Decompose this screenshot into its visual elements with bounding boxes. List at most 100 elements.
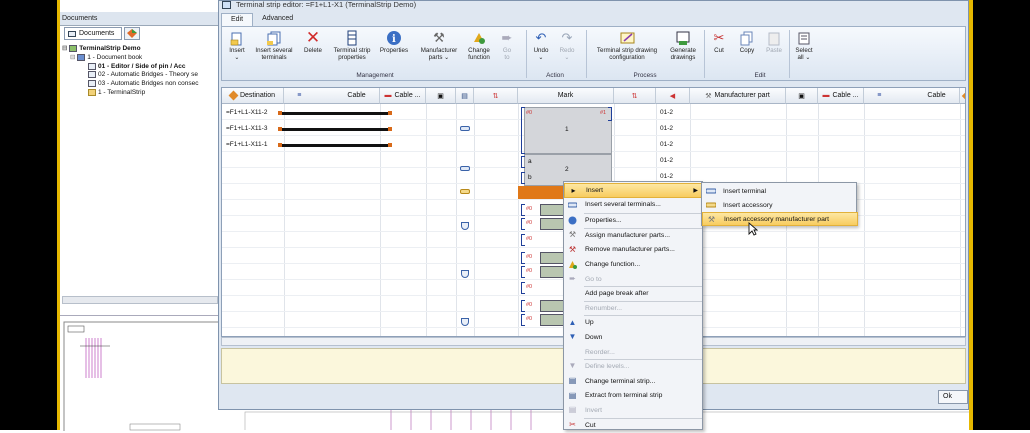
- tab-extra[interactable]: [124, 27, 140, 40]
- column-header-destination-2[interactable]: [960, 88, 965, 104]
- destination-cell: =F1+L1-X11-3: [226, 125, 268, 132]
- redo-icon: ↷: [561, 29, 573, 45]
- column-header-terminal[interactable]: ▣: [426, 88, 456, 104]
- menu-item-insert-terminal[interactable]: Insert terminal: [702, 184, 858, 198]
- menu-item-insert[interactable]: ▸ Insert ▶: [564, 183, 704, 198]
- generate-drawings-button[interactable]: Generate drawings: [665, 30, 701, 62]
- menu-item-remove-manufacturer-parts[interactable]: ⚒ Remove manufacturer parts...: [564, 243, 704, 258]
- cable-end: [278, 111, 282, 115]
- properties-icon: [568, 216, 577, 225]
- mark-bracket: [521, 218, 525, 230]
- terminal-type-icon: [460, 166, 470, 171]
- manufacturer-parts-button[interactable]: ⚒ Manufacturer parts ⌄: [417, 30, 461, 62]
- manufacturer-icon: ⚒: [705, 92, 712, 100]
- column-header-terminal-2[interactable]: ▣: [786, 88, 818, 104]
- menu-item-insert-accessory-manufacturer-part[interactable]: ⚒ Insert accessory manufacturer part: [702, 212, 858, 226]
- menu-item-insert-accessory[interactable]: Insert accessory: [702, 198, 858, 212]
- invert-icon: ▤: [568, 405, 577, 415]
- tree-item[interactable]: 1 - TerminalStrip: [62, 89, 218, 98]
- menu-item-add-page-break-after[interactable]: Add page break after: [564, 286, 704, 301]
- cable-end: [278, 127, 282, 131]
- destination-icon: [961, 91, 965, 100]
- redo-button[interactable]: ↷ Redo ⌄: [556, 30, 578, 62]
- delete-button[interactable]: ✕ Delete: [301, 29, 325, 55]
- properties-button[interactable]: i Properties: [377, 30, 411, 55]
- terminal-icon: ▣: [798, 92, 805, 100]
- documents-icon: [68, 30, 76, 37]
- menu-item-up[interactable]: ▲ Up: [564, 316, 704, 331]
- accessory-part-icon: ⚒: [707, 215, 716, 224]
- column-header-sort[interactable]: ⇅: [614, 88, 656, 104]
- drawing-config-icon: [619, 30, 635, 46]
- ok-button[interactable]: Ok: [938, 390, 968, 404]
- paste-button[interactable]: Paste: [762, 30, 786, 55]
- copy-button[interactable]: Copy: [736, 30, 758, 55]
- mark-bracket: [521, 314, 525, 326]
- tree-item[interactable]: 02 - Automatic Bridges - Theory se: [62, 71, 218, 80]
- insert-several-terminals-button[interactable]: Insert several terminals: [252, 30, 296, 62]
- column-header-cable-2[interactable]: ▬ Cable ...: [380, 88, 426, 104]
- column-header-destination[interactable]: Destination: [222, 88, 284, 104]
- column-header-cable-4[interactable]: ≡ Cable: [864, 88, 960, 104]
- insert-icon: [229, 30, 245, 46]
- menu-item-assign-manufacturer-parts[interactable]: ⚒ Assign manufacturer parts...: [564, 228, 704, 243]
- tab-edit[interactable]: Edit: [221, 13, 254, 26]
- level-cell: 01-2: [660, 173, 674, 180]
- change-function-icon: [568, 260, 577, 270]
- menu-item-insert-several-terminals[interactable]: Insert several terminals...: [564, 198, 704, 213]
- tree-item[interactable]: ⊟ 1 - Document book: [62, 53, 218, 63]
- menu-item-define-levels[interactable]: ▼ Define levels...: [564, 359, 704, 374]
- sort-icon: ⇅: [492, 92, 499, 100]
- mark-bracket: [521, 204, 525, 216]
- cut-button[interactable]: ✂ Cut: [708, 30, 730, 55]
- level-cell: 01-2: [660, 125, 674, 132]
- menu-item-goto[interactable]: ➨ Go to: [564, 272, 704, 287]
- menu-item-properties[interactable]: Properties...: [564, 213, 704, 228]
- ribbon-group-action: Action: [546, 72, 564, 79]
- column-header-cable[interactable]: ≡ Cable: [284, 88, 380, 104]
- project-icon: [69, 45, 78, 52]
- mark-value: 2: [565, 166, 569, 173]
- wire-icon: ▬: [384, 92, 392, 99]
- menu-item-change-function[interactable]: Change function...: [564, 257, 704, 272]
- documents-horizontal-scrollbar[interactable]: [62, 296, 218, 304]
- menu-item-cut[interactable]: ✂ Cut: [564, 418, 704, 433]
- column-header-level[interactable]: ⇅: [474, 88, 518, 104]
- tree-item[interactable]: 03 - Automatic Bridges non consec: [62, 80, 218, 89]
- column-header-mark[interactable]: Mark: [518, 88, 614, 104]
- change-function-button[interactable]: Change function: [462, 30, 496, 62]
- tree-item[interactable]: ⊟ TerminalStrip Demo: [62, 45, 218, 54]
- terminal-strip-drawing-configuration-button[interactable]: Terminal strip drawing configuration: [589, 30, 665, 62]
- remove-parts-icon: ⚒: [568, 244, 577, 254]
- gem-icon: [127, 29, 137, 38]
- insert-button[interactable]: Insert ⌄: [225, 30, 249, 62]
- column-header-strip[interactable]: ▤: [456, 88, 474, 104]
- menu-item-extract-from-terminal-strip[interactable]: ▤ Extract from terminal strip: [564, 389, 704, 404]
- documents-tab[interactable]: Documents: [64, 27, 122, 40]
- tree-item[interactable]: 01 - Editor / Side of pin / Acc: [62, 62, 218, 72]
- destination-cell: =F1+L1-X11-2: [226, 109, 268, 116]
- undo-button[interactable]: ↶ Undo ⌄: [530, 30, 552, 62]
- menu-item-renumber[interactable]: Renumber...: [564, 301, 704, 316]
- level-cell: 01-2: [660, 157, 674, 164]
- level-cell: 01-2: [660, 141, 674, 148]
- column-header-manufacturer-part[interactable]: ⚒ Manufacturer part: [690, 88, 786, 104]
- column-header-accessory[interactable]: ◀: [656, 88, 690, 104]
- cable-line: [278, 112, 390, 115]
- menu-item-down[interactable]: ▼ Down: [564, 330, 704, 345]
- menu-item-reorder[interactable]: Reorder...: [564, 345, 704, 360]
- menu-item-invert[interactable]: ▤ Invert: [564, 403, 704, 418]
- accessory-icon: [705, 201, 717, 209]
- column-header-cable-3[interactable]: ▬ Cable ...: [818, 88, 864, 104]
- insert-submenu: Insert terminal Insert accessory ⚒ Inser…: [701, 182, 858, 226]
- ribbon-group-edit: Edit: [754, 72, 766, 79]
- select-all-button[interactable]: Select all ⌄: [792, 30, 816, 62]
- paste-icon: [766, 30, 782, 46]
- extract-icon: ▤: [568, 390, 577, 400]
- goto-button[interactable]: ➨ Go to: [498, 30, 516, 62]
- end-plate-icon: [461, 222, 469, 230]
- tab-advanced[interactable]: Advanced: [253, 13, 302, 26]
- mark-bracket: [521, 282, 525, 294]
- menu-item-change-terminal-strip[interactable]: ▤ Change terminal strip...: [564, 374, 704, 389]
- terminal-strip-properties-button[interactable]: Terminal strip properties: [328, 30, 376, 62]
